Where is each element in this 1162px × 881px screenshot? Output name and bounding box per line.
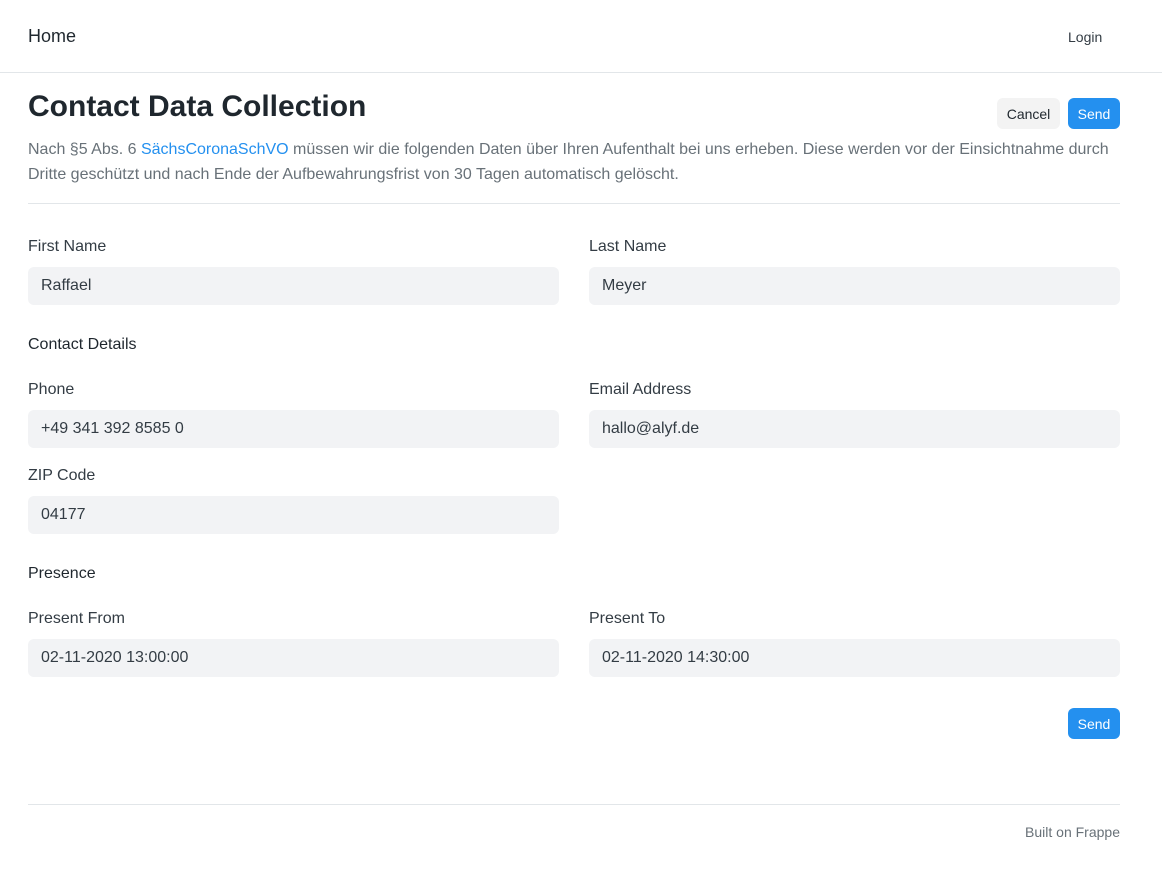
top-navbar: Home Login — [0, 0, 1162, 73]
footer-divider — [28, 804, 1120, 805]
header-divider — [28, 203, 1120, 204]
send-button-top[interactable]: Send — [1068, 98, 1120, 129]
login-link[interactable]: Login — [1068, 29, 1102, 45]
first-name-label: First Name — [28, 238, 107, 255]
intro-text-before: Nach §5 Abs. 6 — [28, 141, 141, 158]
contact-details-heading: Contact Details — [28, 336, 137, 353]
email-label: Email Address — [589, 381, 692, 398]
send-button-bottom[interactable]: Send — [1068, 708, 1120, 739]
zip-code-input[interactable]: 04177 — [28, 496, 559, 534]
zip-code-label: ZIP Code — [28, 467, 96, 484]
last-name-input[interactable]: Meyer — [589, 267, 1120, 305]
phone-label: Phone — [28, 381, 75, 398]
cancel-button[interactable]: Cancel — [997, 98, 1060, 129]
last-name-label: Last Name — [589, 238, 667, 255]
footer-credit: Built on Frappe — [1025, 824, 1120, 840]
phone-input[interactable]: +49 341 392 8585 0 — [28, 410, 559, 448]
presence-heading: Presence — [28, 565, 96, 582]
first-name-input[interactable]: Raffael — [28, 267, 559, 305]
present-from-label: Present From — [28, 610, 125, 627]
intro-text: Nach §5 Abs. 6 SächsCoronaSchVO müssen w… — [28, 137, 1120, 187]
home-link[interactable]: Home — [28, 26, 76, 47]
email-input[interactable]: hallo@alyf.de — [589, 410, 1120, 448]
present-to-input[interactable]: 02-11-2020 14:30:00 — [589, 639, 1120, 677]
page-title: Contact Data Collection — [28, 90, 367, 123]
regulation-link[interactable]: SächsCoronaSchVO — [141, 141, 289, 158]
present-to-label: Present To — [589, 610, 666, 627]
present-from-input[interactable]: 02-11-2020 13:00:00 — [28, 639, 559, 677]
